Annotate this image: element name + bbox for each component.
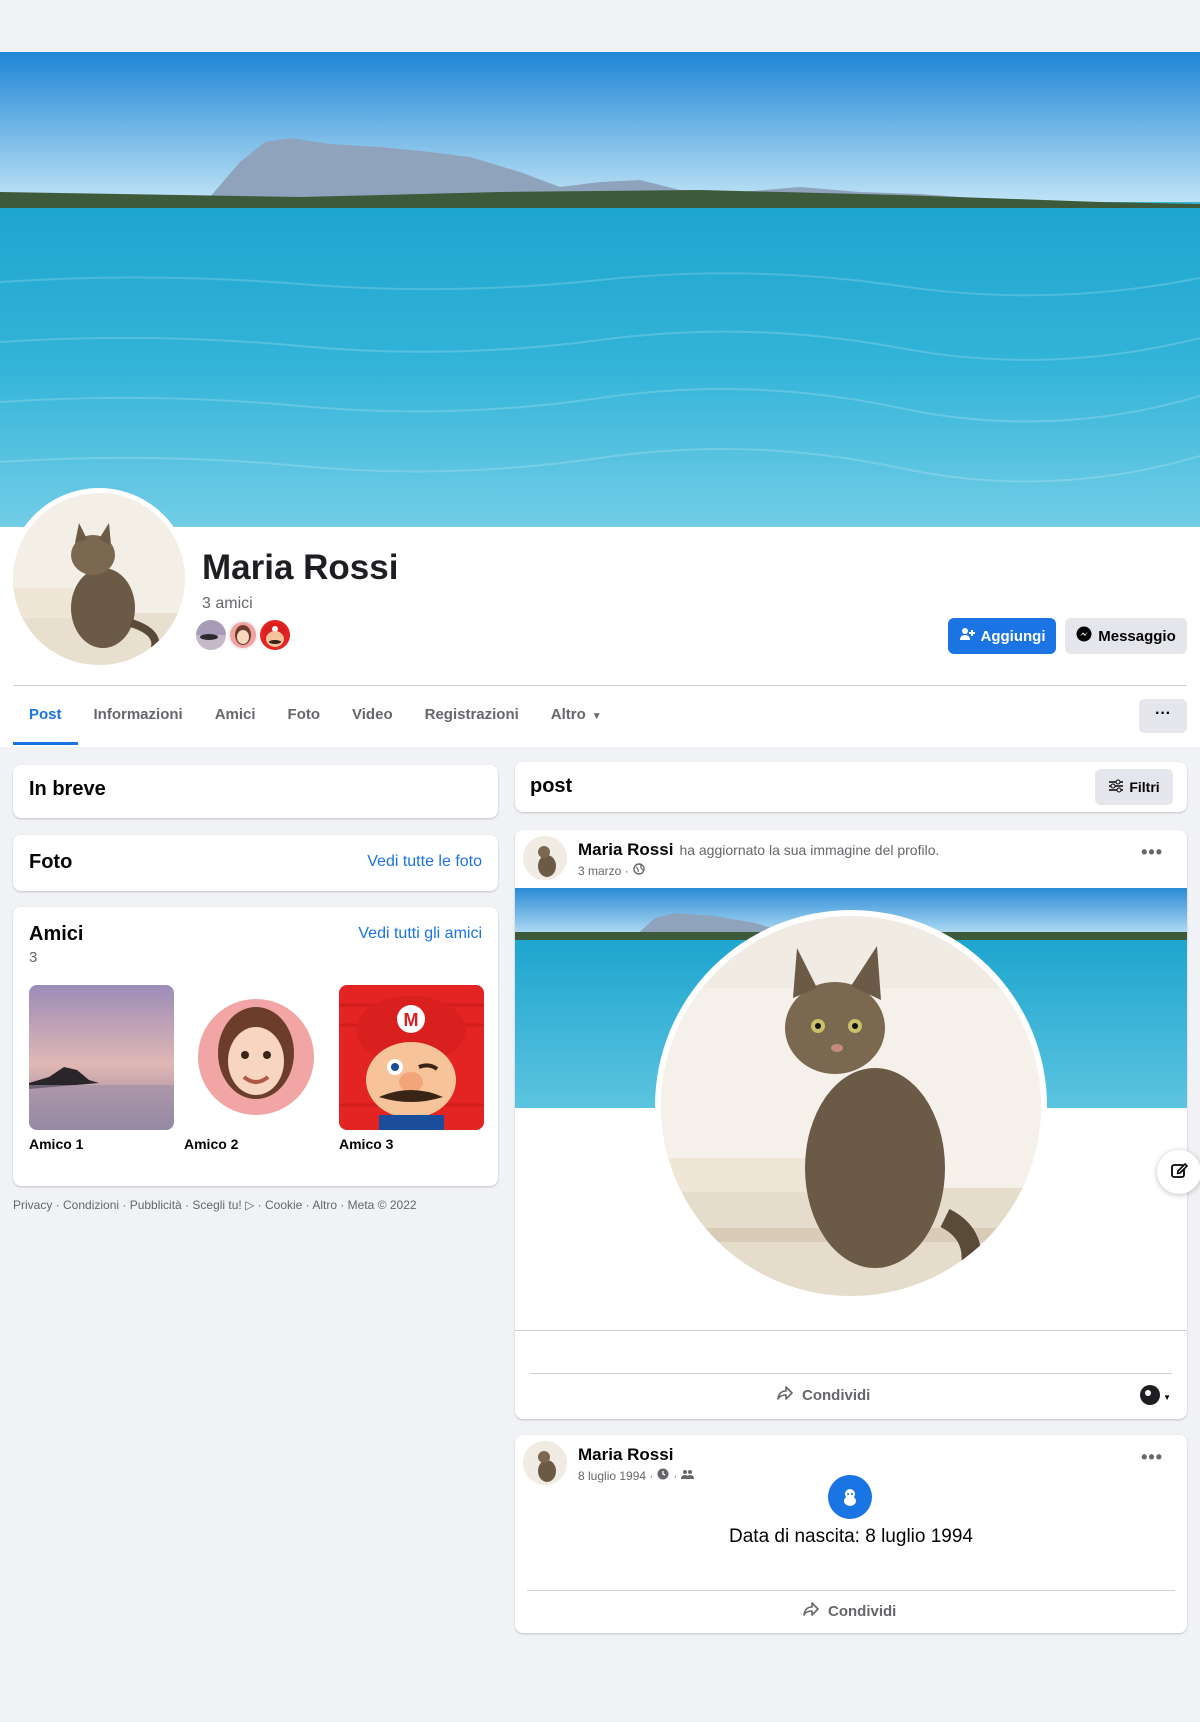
profile-avatar[interactable] (8, 488, 190, 670)
header-divider (13, 685, 1187, 686)
post-image[interactable] (515, 888, 1187, 1328)
friend-name-2[interactable]: Amico 2 (184, 1136, 329, 1152)
friend-card-1[interactable]: Amico 1 (29, 985, 174, 1152)
more-options-button[interactable]: ··· (1139, 699, 1187, 733)
photos-card: Foto Vedi tutte le foto (13, 835, 498, 891)
friend-photo-1[interactable] (29, 985, 174, 1130)
photos-title: Foto (29, 851, 73, 873)
tab-altro[interactable]: Altro ▼ (535, 690, 618, 745)
see-all-friends-link[interactable]: Vedi tutti gli amici (358, 925, 482, 943)
feed-header-card: post Filtri (515, 762, 1187, 812)
svg-text:M: M (404, 1010, 419, 1030)
share-label: Condividi (828, 1602, 897, 1620)
friend-photo-2[interactable] (184, 985, 329, 1130)
baby-icon (828, 1475, 872, 1519)
add-friend-label: Aggiungi (980, 627, 1046, 645)
post-options-button[interactable]: ••• (1141, 842, 1163, 863)
post-options-button[interactable]: ••• (1141, 1447, 1163, 1468)
edit-icon (1169, 1160, 1189, 1185)
friend-card-3[interactable]: M Amico 3 (339, 985, 484, 1152)
sliders-icon (1108, 779, 1124, 796)
friend-avatar-2[interactable] (226, 618, 260, 652)
post-action-text: ha aggiornato la sua immagine del profil… (679, 842, 940, 858)
post-meta: 8 luglio 1994 · · (578, 1468, 695, 1483)
add-friend-button[interactable]: Aggiungi (948, 618, 1056, 654)
share-icon (776, 1385, 794, 1405)
feed-title: post (530, 775, 573, 797)
see-all-photos-link[interactable]: Vedi tutte le foto (367, 853, 482, 871)
edit-button[interactable] (1157, 1150, 1200, 1194)
message-label: Messaggio (1098, 627, 1176, 645)
messenger-icon (1076, 626, 1092, 646)
intro-card: In breve (13, 765, 498, 818)
friends-grid: Amico 1 Amico 2 M Amico 3 (29, 985, 484, 1152)
profile-mini-icon (1140, 1385, 1161, 1410)
tab-foto[interactable]: Foto (272, 690, 336, 745)
tab-post[interactable]: Post (13, 690, 78, 745)
share-button[interactable]: Condividi (776, 1385, 870, 1405)
tab-informazioni[interactable]: Informazioni (78, 690, 199, 745)
friend-avatar-3[interactable] (258, 618, 292, 652)
post-author-name[interactable]: Maria Rossi ha aggiornato la sua immagine… (578, 840, 939, 860)
post-card-1: Maria Rossi ha aggiornato la sua immagine… (515, 830, 1187, 1419)
post-date[interactable]: 8 luglio 1994 · (578, 1469, 653, 1483)
post-meta: 3 marzo · (578, 863, 645, 878)
cover-photo[interactable] (0, 52, 1200, 527)
filters-label: Filtri (1129, 779, 1160, 795)
friend-photo-3[interactable]: M (339, 985, 484, 1130)
add-friend-icon (959, 626, 975, 646)
friend-avatar-1[interactable] (194, 618, 228, 652)
post-author-name[interactable]: Maria Rossi (578, 1445, 673, 1465)
friends-audience-icon (681, 1469, 695, 1483)
tab-amici[interactable]: Amici (199, 690, 272, 745)
post-author-avatar[interactable] (523, 836, 567, 880)
clock-icon (657, 1468, 669, 1483)
audience-selector[interactable]: ▼ (1140, 1385, 1171, 1410)
share-label: Condividi (802, 1386, 871, 1404)
friend-avatars (194, 618, 292, 652)
share-icon (802, 1601, 820, 1621)
filters-button[interactable]: Filtri (1095, 769, 1173, 805)
caret-down-icon: ▼ (1163, 1393, 1171, 1402)
birthday-text: Data di nascita: 8 luglio 1994 (729, 1526, 973, 1547)
post-action-separator (530, 1373, 1172, 1374)
footer-links[interactable]: Privacy · Condizioni · Pubblicità · Sceg… (13, 1198, 417, 1212)
share-button[interactable]: Condividi (802, 1601, 896, 1621)
caret-down-icon: ▼ (591, 711, 602, 722)
friends-title: Amici (29, 923, 84, 945)
tab-registrazioni[interactable]: Registrazioni (409, 690, 535, 745)
message-button[interactable]: Messaggio (1065, 618, 1187, 654)
friend-card-2[interactable]: Amico 2 (184, 985, 329, 1152)
post-date[interactable]: 3 marzo · (578, 864, 629, 878)
profile-name: Maria Rossi (202, 548, 399, 587)
friend-name-1[interactable]: Amico 1 (29, 1136, 174, 1152)
friends-card-count: 3 (29, 949, 38, 966)
post-card-2: Maria Rossi 8 luglio 1994 · · ••• Data d… (515, 1435, 1187, 1633)
tab-video[interactable]: Video (336, 690, 409, 745)
friend-name-3[interactable]: Amico 3 (339, 1136, 484, 1152)
post-author-avatar[interactable] (523, 1441, 567, 1485)
post-action-separator (527, 1590, 1175, 1591)
profile-tabs: Post Informazioni Amici Foto Video Regis… (13, 690, 618, 745)
globe-icon (632, 863, 645, 878)
friends-card: Amici 3 Vedi tutti gli amici Amico 1 Ami… (13, 907, 498, 1186)
post-separator (515, 1330, 1187, 1331)
friends-count[interactable]: 3 amici (202, 595, 253, 613)
intro-title: In breve (29, 778, 106, 800)
